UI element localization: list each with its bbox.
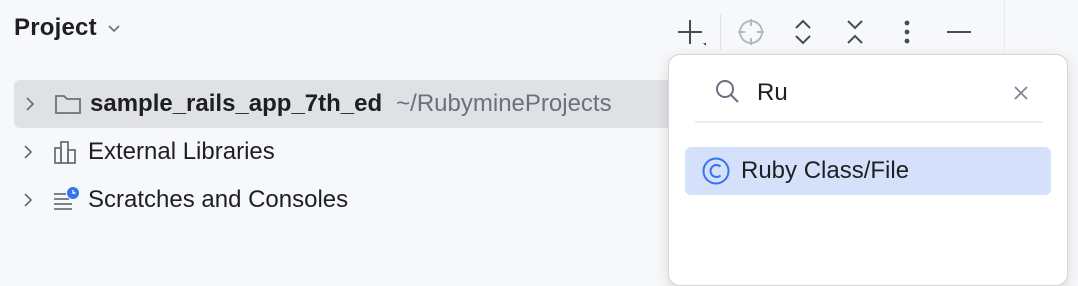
locate-icon[interactable] [731, 12, 771, 52]
popup-search [713, 75, 1043, 111]
tree-item-label: sample_rails_app_7th_ed [90, 90, 383, 117]
search-icon [713, 77, 741, 110]
chevron-right-icon[interactable] [18, 190, 38, 210]
libraries-icon [52, 138, 80, 166]
chevron-right-icon[interactable] [18, 142, 38, 162]
folder-icon [54, 90, 82, 118]
tree-item-path: ~/RubymineProjects [396, 90, 612, 117]
more-options-icon[interactable] [887, 12, 927, 52]
page-title[interactable]: Project [14, 14, 97, 42]
expand-all-icon[interactable] [783, 12, 823, 52]
search-input[interactable] [757, 79, 997, 107]
chevron-right-icon[interactable] [20, 94, 40, 114]
project-view-selector[interactable]: Project [14, 14, 123, 42]
tree-item-label: Scratches and Consoles [88, 186, 349, 213]
new-file-popup: Ruby Class/File [668, 54, 1068, 286]
close-icon[interactable] [1009, 81, 1033, 105]
popup-divider [695, 121, 1043, 123]
option-label: Ruby Class/File [741, 157, 910, 184]
chevron-down-icon[interactable] [105, 19, 123, 37]
tree-item-label: External Libraries [88, 138, 275, 165]
project-toolwindow-header: Project [0, 0, 1078, 62]
toolbar-divider [720, 14, 721, 50]
collapse-all-icon[interactable] [835, 12, 875, 52]
minimize-icon[interactable] [939, 12, 979, 52]
scratches-icon [52, 186, 80, 214]
add-icon[interactable] [670, 12, 710, 52]
header-divider [1004, 0, 1005, 60]
toolbar [670, 12, 991, 52]
ruby-class-icon [701, 156, 731, 186]
option-ruby-class-file[interactable]: Ruby Class/File [685, 147, 1051, 195]
tree-item-project-root[interactable]: sample_rails_app_7th_ed ~/RubymineProjec… [14, 80, 674, 128]
